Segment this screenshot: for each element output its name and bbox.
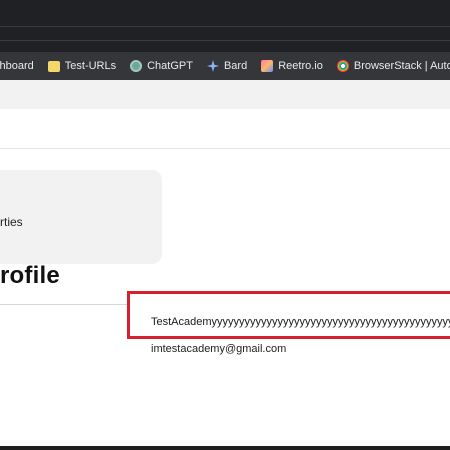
folder-icon	[47, 60, 60, 72]
bookmark-label: BrowserStack | Auto...	[353, 60, 450, 72]
bookmark-label: ChatGPT	[147, 60, 193, 72]
bookmark-dashboard[interactable]: shboard	[0, 52, 34, 80]
bookmark-label: Bard	[223, 60, 248, 72]
bookmarks-bar: shboard Test-URLs ChatGPT Bard Reetro.io…	[0, 52, 450, 80]
chrome-divider	[0, 40, 450, 41]
bookmark-label: Test-URLs	[64, 60, 117, 72]
bottom-bar	[0, 446, 450, 450]
browserstack-icon	[336, 60, 349, 72]
page-title: rofile	[0, 262, 60, 289]
menu-card-label[interactable]: rties	[0, 215, 23, 229]
browser-chrome	[0, 0, 450, 52]
bookmark-bard[interactable]: Bard	[206, 52, 248, 80]
chatgpt-icon	[130, 60, 143, 72]
chrome-divider	[0, 26, 450, 27]
viewport: shboard Test-URLs ChatGPT Bard Reetro.io…	[0, 0, 450, 450]
username-text: TestAcademyyyyyyyyyyyyyyyyyyyyyyyyyyyyyy…	[151, 316, 450, 328]
username-highlight	[127, 291, 450, 339]
bookmark-browserstack[interactable]: BrowserStack | Auto...	[336, 52, 450, 80]
bookmark-test-urls[interactable]: Test-URLs	[47, 52, 117, 80]
header-divider	[0, 148, 450, 149]
email-text: imtestacademy@gmail.com	[151, 343, 287, 355]
bookmark-reetro[interactable]: Reetro.io	[261, 52, 323, 80]
bookmark-label: Reetro.io	[278, 60, 323, 72]
menu-card[interactable]	[0, 170, 162, 264]
bard-sparkle-icon	[206, 60, 219, 72]
reetro-icon	[261, 60, 274, 72]
bookmark-label: shboard	[0, 60, 34, 72]
bookmark-chatgpt[interactable]: ChatGPT	[130, 52, 193, 80]
page-top-strip	[0, 80, 450, 109]
title-divider	[0, 304, 128, 305]
